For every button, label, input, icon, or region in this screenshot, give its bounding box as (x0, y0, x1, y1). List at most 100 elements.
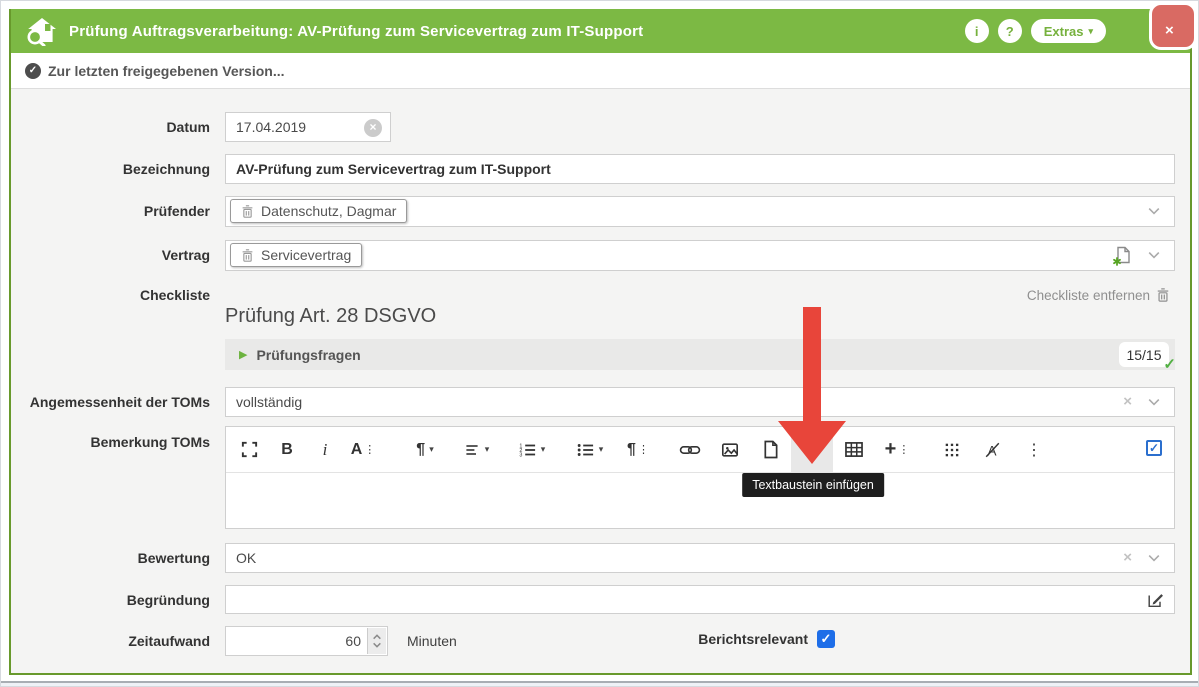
insert-image-button[interactable] (711, 427, 749, 472)
checkliste-remove-label: Checkliste entfernen (1027, 288, 1150, 303)
help-button[interactable]: ? (998, 19, 1022, 43)
checkliste-heading: Prüfung Art. 28 DSGVO (225, 305, 436, 328)
chevron-down-icon[interactable] (1146, 396, 1162, 408)
close-button[interactable]: × (1149, 2, 1197, 50)
trash-icon (1156, 287, 1170, 303)
chevron-down-icon: ▾ (485, 444, 490, 455)
clear-icon[interactable]: × (1123, 549, 1132, 566)
font-size-button[interactable]: A ⋮ (345, 427, 381, 472)
paragraph-glyph: ¶ (627, 441, 636, 459)
italic-glyph: i (323, 440, 328, 460)
number-spinner[interactable] (367, 628, 386, 654)
paragraph-style-button[interactable]: ¶ ⋮ (619, 427, 657, 472)
italic-button[interactable]: i (307, 427, 343, 472)
bezeichnung-input[interactable] (226, 155, 1174, 183)
extras-label: Extras (1044, 24, 1084, 39)
vertrag-tag[interactable]: Servicevertrag (230, 243, 362, 267)
dialog-pruefung: Prüfung Auftragsverarbeitung: AV-Prüfung… (9, 9, 1192, 675)
header-actions: i ? Extras ▾ (965, 19, 1176, 43)
spinner-up-icon (372, 634, 382, 640)
ordered-list-button[interactable]: 123 ▾ (503, 427, 559, 472)
clear-icon[interactable]: × (1123, 393, 1132, 410)
insert-table-button[interactable] (835, 427, 873, 472)
checkliste-label: Checkliste (20, 287, 210, 303)
check-icon: ✓ (1163, 355, 1176, 373)
paragraph-format-button[interactable]: ¶ ▾ (401, 427, 449, 472)
berichtsrelevant-label: Berichtsrelevant (608, 631, 808, 647)
chevron-down-icon[interactable] (1146, 205, 1162, 217)
image-icon (720, 441, 740, 459)
berichtsrelevant-checkbox[interactable]: ✓ (817, 630, 835, 648)
edit-icon[interactable] (1146, 591, 1165, 609)
pruefungsfragen-section[interactable]: ▶ Prüfungsfragen 15/15 ✓ (225, 339, 1175, 370)
insert-file-button[interactable] (751, 427, 789, 472)
progress-badge: 15/15 ✓ (1119, 342, 1169, 367)
clear-format-icon: A (983, 441, 1002, 459)
insert-link-button[interactable] (671, 427, 709, 472)
editor-content-area[interactable] (226, 473, 1174, 529)
begruendung-field (225, 585, 1175, 614)
zeitaufwand-field (225, 626, 388, 656)
richtext-editor: B i A ⋮ ¶ ▾ ▾ (225, 426, 1175, 529)
document-icon (762, 440, 779, 459)
version-bar: ✓ Zur letzten freigegebenen Version... (11, 53, 1190, 89)
pruefender-tag-label: Datenschutz, Dagmar (261, 203, 396, 219)
minuten-label: Minuten (407, 633, 457, 649)
plus-icon: + (885, 438, 897, 461)
extras-button[interactable]: Extras ▾ (1031, 19, 1106, 43)
table-icon (844, 441, 864, 458)
pruefender-field[interactable]: Datenschutz, Dagmar (225, 196, 1175, 227)
font-size-glyph: A (351, 441, 363, 459)
bullet-list-icon (575, 441, 595, 459)
audit-house-icon (25, 16, 59, 46)
align-button[interactable]: ▾ (451, 427, 501, 472)
bullet-list-button[interactable]: ▾ (561, 427, 617, 472)
zeitaufwand-input[interactable] (226, 627, 387, 655)
angemessenheit-input[interactable] (226, 388, 1174, 416)
clear-formatting-button[interactable]: A (973, 427, 1011, 472)
link-icon (679, 441, 701, 459)
more-options-button[interactable]: ⋮ (1019, 427, 1049, 472)
vertrag-field[interactable]: Servicevertrag (225, 240, 1175, 271)
bezeichnung-field (225, 154, 1175, 184)
pruefender-tag[interactable]: Datenschutz, Dagmar (230, 199, 407, 223)
ellipsis-vertical-icon: ⋮ (1026, 440, 1042, 460)
datum-label: Datum (20, 119, 210, 135)
editor-toolbar: B i A ⋮ ¶ ▾ ▾ (226, 427, 1174, 473)
dots-icon: ⋮ (364, 443, 375, 456)
begruendung-input[interactable] (226, 586, 1174, 613)
info-button[interactable]: i (965, 19, 989, 43)
clear-date-icon[interactable]: × (364, 119, 382, 137)
insert-special-button[interactable]: + ⋮ (875, 427, 919, 472)
trash-icon (241, 204, 254, 219)
plus-icon: + (806, 437, 819, 463)
svg-text:3: 3 (519, 452, 522, 458)
angemessenheit-field: × (225, 387, 1175, 417)
insert-textblock-button[interactable]: + (791, 427, 833, 472)
bewertung-field: × (225, 543, 1175, 573)
chevron-down-icon: ▾ (1088, 26, 1093, 37)
chevron-down-icon[interactable] (1146, 249, 1162, 261)
vertrag-tag-label: Servicevertrag (261, 247, 351, 263)
chevron-down-icon[interactable] (1146, 552, 1162, 564)
angemessenheit-label: Angemessenheit der TOMs (20, 394, 210, 410)
fullscreen-button[interactable] (231, 427, 267, 472)
chevron-down-icon: ▾ (541, 444, 546, 455)
pruefender-label: Prüfender (20, 203, 210, 219)
align-icon (463, 442, 481, 458)
select-all-button[interactable] (933, 427, 971, 472)
dots-icon: ⋮ (898, 443, 909, 456)
spinner-down-icon (372, 642, 382, 648)
bold-button[interactable]: B (269, 427, 305, 472)
editor-checkbox[interactable]: ✓ (1146, 440, 1162, 456)
screenshot-root: Prüfung Auftragsverarbeitung: AV-Prüfung… (0, 0, 1199, 687)
triangle-right-icon: ▶ (239, 348, 247, 361)
last-version-link[interactable]: Zur letzten freigegebenen Version... (48, 63, 285, 79)
bold-glyph: B (281, 441, 293, 459)
checkliste-remove-link[interactable]: Checkliste entfernen (1027, 287, 1170, 303)
chevron-down-icon: ▾ (429, 444, 434, 455)
paragraph-glyph: ¶ (416, 441, 425, 459)
new-document-icon[interactable] (1112, 245, 1134, 267)
datum-field: × (225, 112, 391, 142)
bewertung-input[interactable] (226, 544, 1174, 572)
